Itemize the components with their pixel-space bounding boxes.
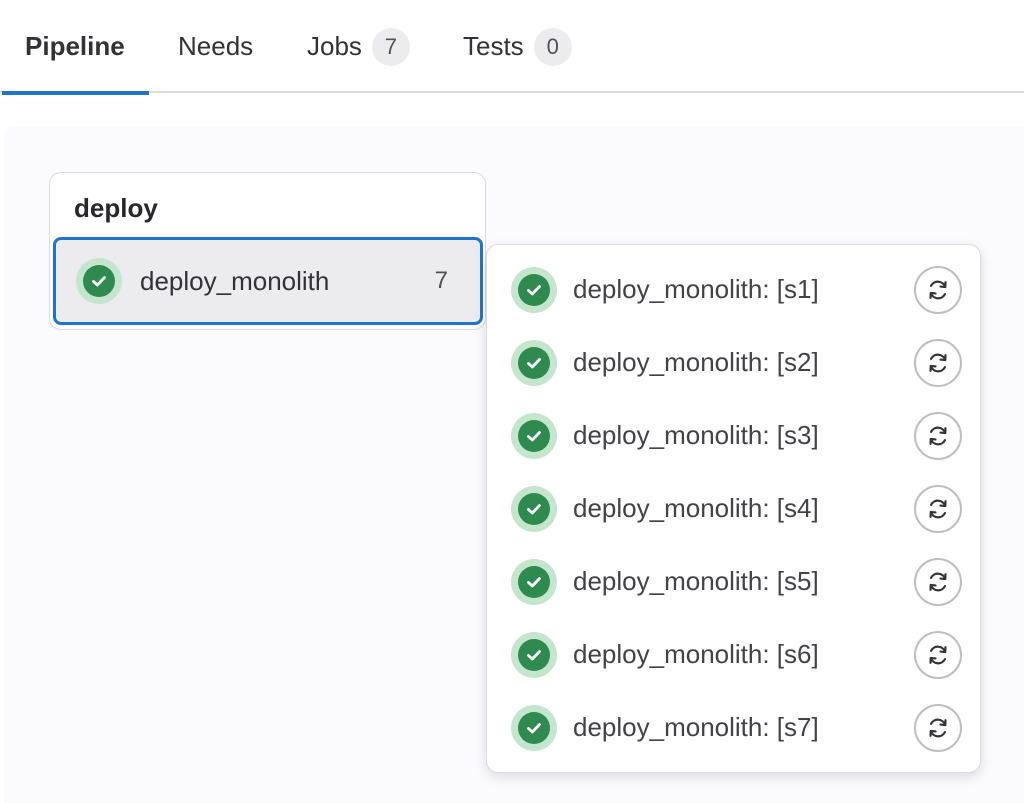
dropdown-job-name: deploy_monolith: [s1] [573,274,819,304]
tab-tests-count-badge: 0 [533,27,572,66]
retry-button[interactable] [914,630,962,679]
dropdown-job-item[interactable]: deploy_monolith: [s1] [487,253,982,326]
active-tab-indicator [2,91,149,95]
retry-icon [929,645,947,664]
dropdown-job-name: deploy_monolith: [s6] [573,639,819,669]
job-name: deploy_monolith [140,265,330,296]
tab-tests-label: Tests [463,31,524,61]
job-group-deploy-monolith[interactable]: deploy_monolith 7 [53,237,483,325]
job-group-dropdown: deploy_monolith: [s1] deploy_monolith: [s… [486,244,981,773]
stage-title: deploy [74,193,158,223]
check-circle-icon [511,485,557,532]
retry-icon [929,280,947,299]
retry-button[interactable] [914,411,962,460]
check-circle-icon [76,258,122,304]
dropdown-job-name: deploy_monolith: [s3] [573,420,819,450]
dropdown-job-item[interactable]: deploy_monolith: [s2] [487,326,982,399]
retry-icon [929,572,947,591]
pipeline-tabs: Pipeline Needs Jobs 7 Tests 0 [0,0,1024,95]
retry-button[interactable] [914,484,962,533]
dropdown-job-name: deploy_monolith: [s2] [573,347,819,377]
check-circle-icon [511,558,557,605]
dropdown-job-item[interactable]: deploy_monolith: [s3] [487,399,982,472]
tab-jobs-label: Jobs [307,31,362,61]
check-circle-icon [511,266,557,313]
tab-tests[interactable]: Tests 0 [463,0,572,93]
tab-pipeline[interactable]: Pipeline [2,0,149,95]
retry-button[interactable] [914,557,962,606]
retry-icon [929,718,947,737]
retry-button[interactable] [914,338,962,387]
dropdown-job-name: deploy_monolith: [s5] [573,566,819,596]
job-count: 7 [434,267,448,294]
retry-icon [929,426,947,445]
retry-button[interactable] [914,703,962,752]
check-circle-icon [511,339,557,386]
tab-pipeline-label: Pipeline [25,31,125,61]
dropdown-job-item[interactable]: deploy_monolith: [s5] [487,545,982,618]
check-circle-icon [511,704,557,751]
check-circle-icon [511,412,557,459]
tab-needs-label: Needs [178,31,254,61]
dropdown-job-name: deploy_monolith: [s7] [573,712,819,742]
retry-button[interactable] [914,265,962,314]
dropdown-job-item[interactable]: deploy_monolith: [s4] [487,472,982,545]
tab-jobs-count-badge: 7 [371,27,410,66]
retry-icon [929,499,947,518]
retry-icon [929,353,947,372]
dropdown-job-item[interactable]: deploy_monolith: [s6] [487,618,982,691]
tab-jobs[interactable]: Jobs 7 [307,0,410,93]
check-circle-icon [511,631,557,678]
dropdown-job-item[interactable]: deploy_monolith: [s7] [487,691,982,764]
tab-needs[interactable]: Needs [178,0,253,93]
dropdown-job-name: deploy_monolith: [s4] [573,493,819,523]
